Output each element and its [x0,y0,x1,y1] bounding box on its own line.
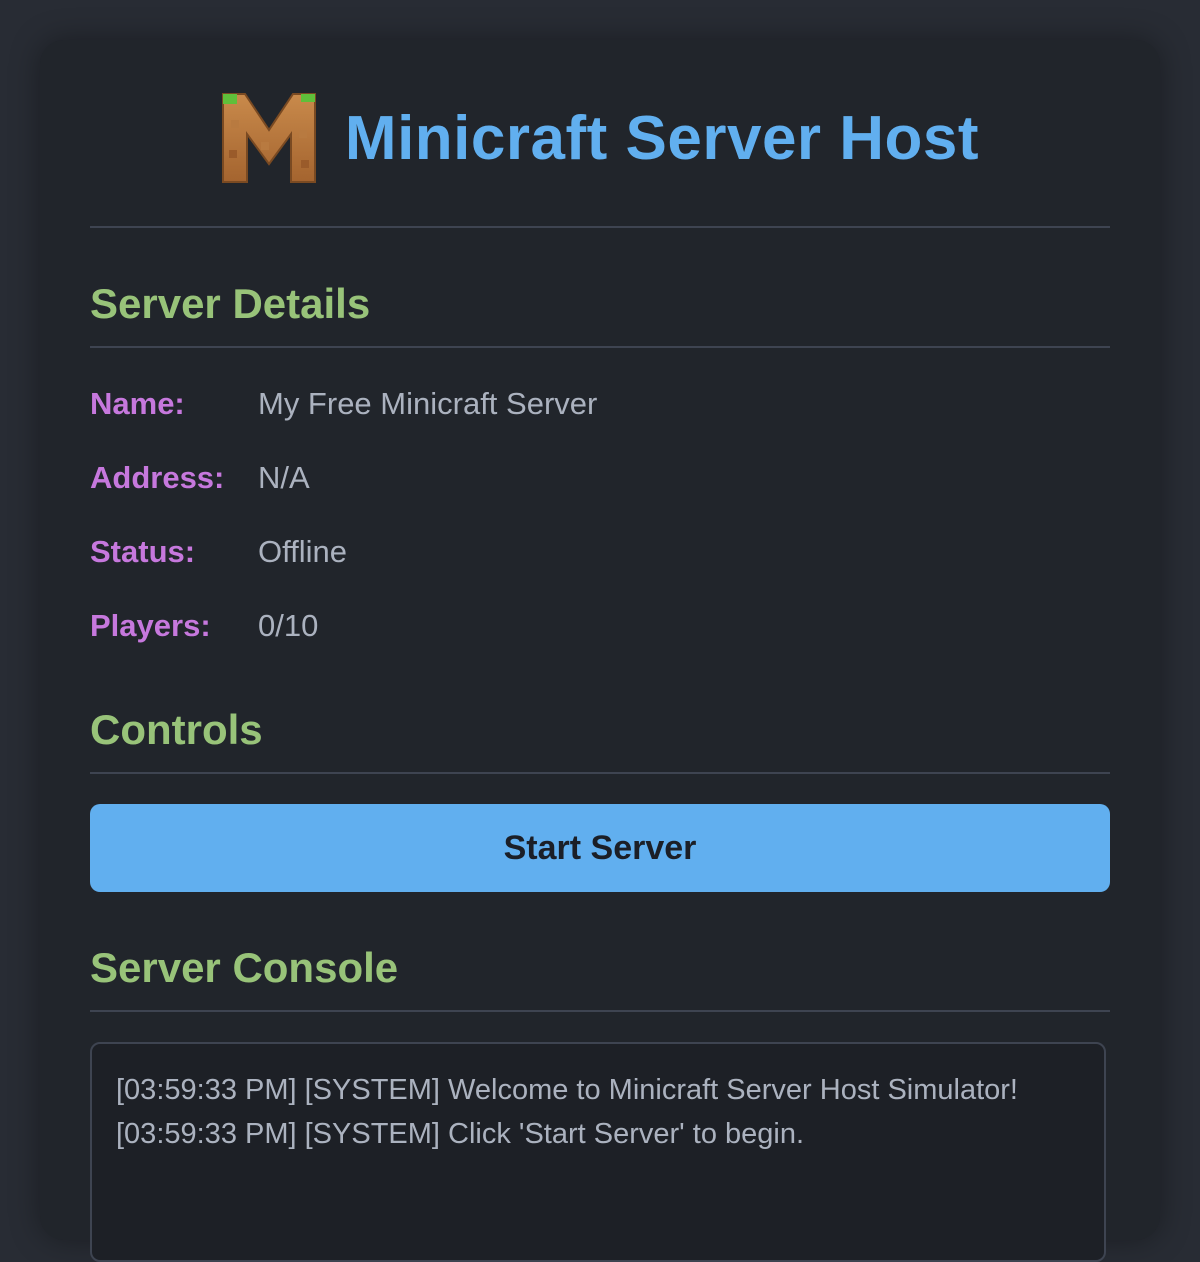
detail-row-address: Address: N/A [90,458,1110,498]
server-console-output[interactable]: [03:59:33 PM] [SYSTEM] Welcome to Minicr… [90,1042,1106,1262]
detail-row-status: Status: Offline [90,532,1110,572]
status-label: Status: [90,534,196,569]
players-value: 0/10 [258,608,319,643]
app-title: Minicraft Server Host [344,103,980,173]
status-value: Offline [258,534,348,569]
players-label: Players: [90,608,211,643]
address-value: N/A [258,460,310,495]
name-label: Name: [90,386,185,421]
start-server-button[interactable]: Start Server [90,804,1110,892]
controls-heading: Controls [90,706,263,753]
header-divider [90,226,1110,228]
detail-row-name: Name: My Free Minicraft Server [90,384,1110,424]
main-card: Minicraft Server Host Server Details Nam… [40,40,1160,1262]
detail-row-players: Players: 0/10 [90,606,1110,646]
server-details-heading: Server Details [90,280,371,327]
console-divider [90,1010,1110,1012]
console-line: [03:59:33 PM] [SYSTEM] Welcome to Minicr… [116,1074,1018,1106]
controls-divider [90,772,1110,774]
console-line: [03:59:33 PM] [SYSTEM] Click 'Start Serv… [116,1118,805,1150]
address-label: Address: [90,460,225,495]
app-header: Minicraft Server Host [90,88,1110,188]
minicraft-m-logo-icon [221,93,316,183]
server-console-heading: Server Console [90,944,399,991]
server-details-divider [90,346,1110,348]
name-value: My Free Minicraft Server [258,386,598,421]
